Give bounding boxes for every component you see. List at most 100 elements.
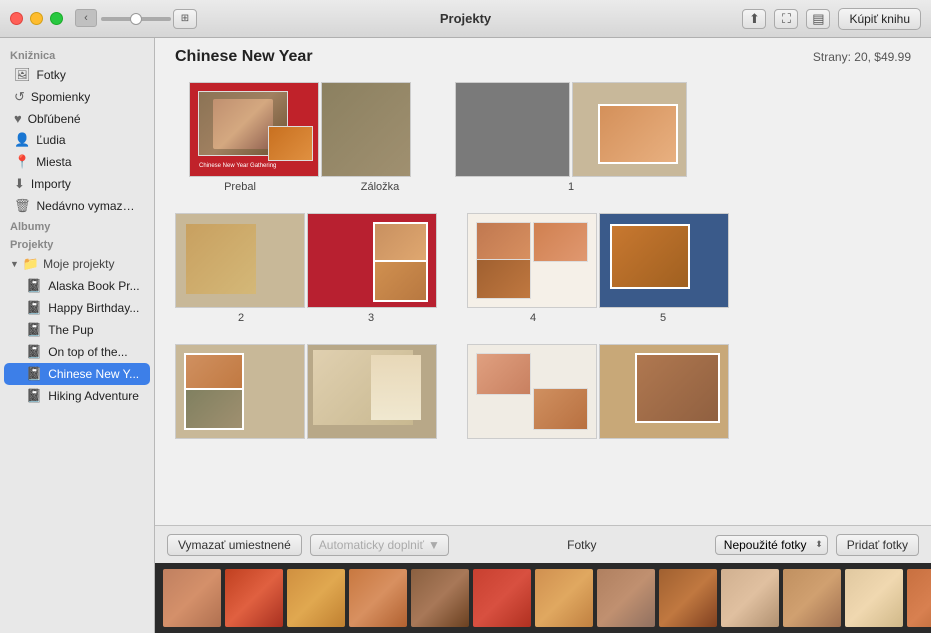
strip-photo-5[interactable] bbox=[411, 569, 469, 627]
strip-photo-1-img bbox=[163, 569, 221, 627]
zoom-slider-track[interactable] bbox=[101, 17, 171, 21]
sidebar-item-fotky[interactable]: 🖼 Fotky bbox=[4, 64, 150, 86]
trash-icon: 🗑 bbox=[14, 198, 31, 214]
page45-spread[interactable] bbox=[467, 213, 729, 308]
content-area: Chinese New Year Strany: 20, $49.99 bbox=[155, 38, 931, 633]
sidebar-label-importy: Importy bbox=[31, 177, 71, 191]
cover-label: Prebal bbox=[175, 181, 305, 193]
sidebar-label-nedavno: Nedávno vymazané bbox=[37, 199, 140, 213]
page5[interactable] bbox=[599, 213, 729, 308]
sidebar-item-miesta[interactable]: 📍 Miesta bbox=[4, 151, 150, 173]
sidebar-item-importy[interactable]: ⬇ Importy bbox=[4, 173, 150, 195]
book-icon-chinese: 📓 bbox=[26, 366, 42, 382]
page5-photo bbox=[610, 224, 690, 289]
strip-photo-12-img bbox=[845, 569, 903, 627]
strip-photo-7[interactable] bbox=[535, 569, 593, 627]
project-meta: Strany: 20, $49.99 bbox=[813, 50, 911, 64]
sidebar-item-chinese[interactable]: 📓 Chinese New Y... bbox=[4, 363, 150, 385]
sidebar-item-birthday[interactable]: 📓 Happy Birthday... bbox=[4, 297, 150, 319]
folder-triangle-icon: ▼ bbox=[10, 259, 19, 269]
view-toggle-button[interactable]: ⊞ bbox=[173, 9, 197, 29]
pages-row-3 bbox=[175, 344, 911, 439]
zoom-slider-container[interactable]: ⊞ bbox=[101, 9, 197, 29]
page8-photo1 bbox=[476, 353, 531, 395]
page2[interactable] bbox=[175, 213, 305, 308]
page23-item: 2 3 bbox=[175, 213, 437, 324]
strip-photo-1[interactable] bbox=[163, 569, 221, 627]
page1-spread[interactable] bbox=[455, 82, 687, 177]
projects-folder-header[interactable]: ▼ 📁 Moje projekty bbox=[0, 253, 154, 275]
back-cover-page[interactable] bbox=[321, 82, 411, 177]
title-bar: ‹ ⊞ Projekty ⬆ ⛶ ▤ Kúpiť knihu bbox=[0, 0, 931, 38]
back-button[interactable]: ‹ bbox=[75, 9, 97, 27]
sidebar-item-pup[interactable]: 📓 The Pup bbox=[4, 319, 150, 341]
delete-placed-button[interactable]: Vymazať umiestnené bbox=[167, 534, 302, 556]
sidebar: Knižnica 🖼 Fotky ↺ Spomienky ♥ Obľúbené … bbox=[0, 38, 155, 633]
page8[interactable] bbox=[467, 344, 597, 439]
minimize-button[interactable] bbox=[30, 12, 43, 25]
strip-photo-12[interactable] bbox=[845, 569, 903, 627]
book-icon-pup: 📓 bbox=[26, 322, 42, 338]
page2-label: 2 bbox=[176, 312, 306, 324]
sidebar-item-ontop[interactable]: 📓 On top of the... bbox=[4, 341, 150, 363]
export-icon-button[interactable]: ⬆ bbox=[742, 9, 766, 29]
library-section-label: Knižnica bbox=[0, 46, 154, 64]
cover-page[interactable]: Chinese New Year Gathering bbox=[189, 82, 319, 177]
page7[interactable] bbox=[307, 344, 437, 439]
sidebar-toggle-button[interactable]: ▤ bbox=[806, 9, 830, 29]
page1-right[interactable] bbox=[572, 82, 687, 177]
strip-photo-3[interactable] bbox=[287, 569, 345, 627]
strip-photo-6[interactable] bbox=[473, 569, 531, 627]
page89-item bbox=[467, 344, 729, 439]
unused-photos-select-wrapper[interactable]: Nepoužité fotky ⬍ bbox=[715, 535, 828, 555]
sidebar-item-hiking[interactable]: 📓 Hiking Adventure bbox=[4, 385, 150, 407]
strip-photo-13[interactable] bbox=[907, 569, 931, 627]
fullscreen-icon-button[interactable]: ⛶ bbox=[774, 9, 798, 29]
sidebar-item-alaska[interactable]: 📓 Alaska Book Pr... bbox=[4, 275, 150, 297]
page1-photo bbox=[598, 104, 678, 164]
maximize-button[interactable] bbox=[50, 12, 63, 25]
projects-folder-label: Moje projekty bbox=[43, 257, 114, 271]
cover-spread[interactable]: Chinese New Year Gathering bbox=[189, 82, 411, 177]
book-icon-birthday: 📓 bbox=[26, 300, 42, 316]
strip-photo-9[interactable] bbox=[659, 569, 717, 627]
page6-photo2 bbox=[184, 388, 244, 430]
page3[interactable] bbox=[307, 213, 437, 308]
page6[interactable] bbox=[175, 344, 305, 439]
strip-photo-11[interactable] bbox=[783, 569, 841, 627]
cover-spread-item: Chinese New Year Gathering Prebal Záložk… bbox=[175, 82, 425, 193]
strip-photo-8[interactable] bbox=[597, 569, 655, 627]
sidebar-item-nedavno[interactable]: 🗑 Nedávno vymazané bbox=[4, 195, 150, 217]
sidebar-label-fotky: Fotky bbox=[37, 68, 66, 82]
add-photos-button[interactable]: Pridať fotky bbox=[836, 534, 919, 556]
page89-spread[interactable] bbox=[467, 344, 729, 439]
strip-photo-4[interactable] bbox=[349, 569, 407, 627]
places-icon: 📍 bbox=[14, 154, 30, 170]
page1-left[interactable] bbox=[455, 82, 570, 177]
sidebar-item-ludia[interactable]: 👤 Ľudia bbox=[4, 129, 150, 151]
sidebar-label-birthday: Happy Birthday... bbox=[48, 301, 139, 315]
pages-grid: Chinese New Year Gathering Prebal Záložk… bbox=[155, 72, 931, 525]
close-button[interactable] bbox=[10, 12, 23, 25]
sidebar-item-oblubene[interactable]: ♥ Obľúbené bbox=[4, 108, 150, 129]
page23-spread[interactable] bbox=[175, 213, 437, 308]
page4[interactable] bbox=[467, 213, 597, 308]
back-label: Záložka bbox=[335, 181, 425, 193]
page4-photo-tl bbox=[476, 222, 531, 262]
zoom-slider-thumb[interactable] bbox=[130, 13, 142, 25]
book-icon-ontop: 📓 bbox=[26, 344, 42, 360]
unused-photos-select[interactable]: Nepoužité fotky bbox=[715, 535, 828, 555]
book-icon-hiking: 📓 bbox=[26, 388, 42, 404]
page67-spread[interactable] bbox=[175, 344, 437, 439]
strip-photo-2[interactable] bbox=[225, 569, 283, 627]
sidebar-item-spomienky[interactable]: ↺ Spomienky bbox=[4, 86, 150, 108]
buy-book-button[interactable]: Kúpiť knihu bbox=[838, 8, 921, 30]
strip-photo-10-img bbox=[721, 569, 779, 627]
project-title: Chinese New Year bbox=[175, 48, 313, 66]
strip-photo-5-img bbox=[411, 569, 469, 627]
page3-photo1 bbox=[373, 222, 428, 264]
title-bar-actions: ⬆ ⛶ ▤ Kúpiť knihu bbox=[742, 8, 921, 30]
strip-photo-10[interactable] bbox=[721, 569, 779, 627]
page9[interactable] bbox=[599, 344, 729, 439]
auto-fill-button[interactable]: Automaticky doplniť ▼ bbox=[310, 534, 449, 556]
